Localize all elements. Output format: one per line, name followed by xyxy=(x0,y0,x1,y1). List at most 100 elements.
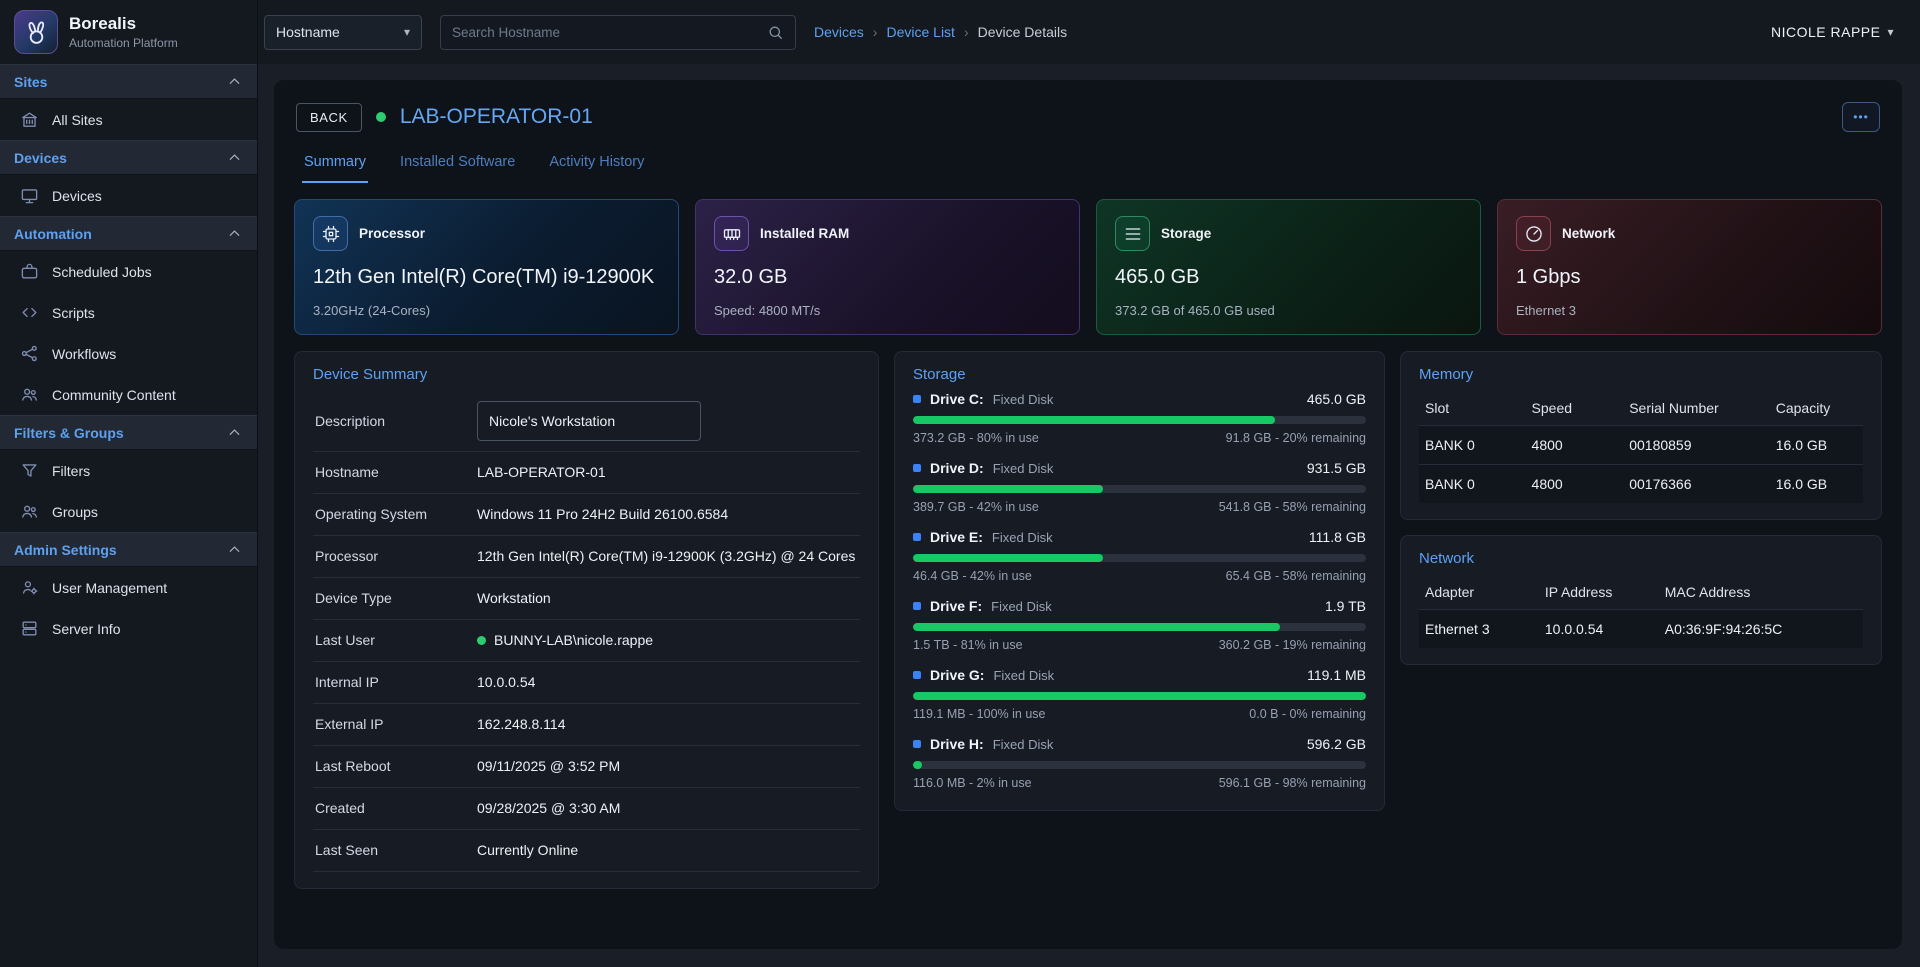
sidebar-section-devices[interactable]: Devices xyxy=(0,140,257,175)
hostname-filter-dropdown[interactable]: Hostname ▾ xyxy=(264,15,422,50)
section-label: Automation xyxy=(14,226,92,242)
row-value: 09/11/2025 @ 3:52 PM xyxy=(477,757,620,777)
user-name: NICOLE RAPPE xyxy=(1771,24,1880,40)
tab-installed-software[interactable]: Installed Software xyxy=(398,146,517,183)
drive-bullet-icon xyxy=(913,395,921,403)
memory-table: Slot Speed Serial Number Capacity BANK 0 xyxy=(1419,391,1863,503)
sidebar-item-scripts[interactable]: Scripts xyxy=(0,292,257,333)
sidebar-item-label: Community Content xyxy=(52,387,176,403)
breadcrumb-device-list[interactable]: Device List xyxy=(886,24,954,40)
column-header: Capacity xyxy=(1770,391,1863,426)
memory-panel: Memory Slot Speed Serial Number Capacity xyxy=(1400,351,1882,520)
groups-icon xyxy=(19,502,39,522)
device-title: LAB-OPERATOR-01 xyxy=(400,105,593,129)
sidebar-item-label: Devices xyxy=(52,188,102,204)
sidebar-item-all-sites[interactable]: All Sites xyxy=(0,99,257,140)
search-icon[interactable] xyxy=(767,24,784,41)
breadcrumb-devices[interactable]: Devices xyxy=(814,24,864,40)
drive-e-row: Drive E: Fixed Disk 111.8 GB 46.4 GB - 4… xyxy=(913,529,1366,583)
storage-card: Storage 465.0 GB 373.2 GB of 465.0 GB us… xyxy=(1096,199,1481,335)
stat-cards: Processor 12th Gen Intel(R) Core(TM) i9-… xyxy=(294,199,1882,335)
summary-row-last-user: Last User BUNNY-LAB\nicole.rappe xyxy=(313,620,860,662)
sidebar-section-admin-settings[interactable]: Admin Settings xyxy=(0,532,257,567)
memory-capacity: 16.0 GB xyxy=(1770,465,1863,504)
breadcrumb: Devices › Device List › Device Details xyxy=(814,24,1067,40)
code-icon xyxy=(19,303,39,323)
row-value: 162.248.8.114 xyxy=(477,715,566,735)
drive-remaining: 360.2 GB - 19% remaining xyxy=(1219,638,1366,652)
sidebar-item-filters[interactable]: Filters xyxy=(0,450,257,491)
drive-used: 119.1 MB - 100% in use xyxy=(913,707,1045,721)
brand[interactable]: Borealis Automation Platform xyxy=(0,0,257,64)
storage-value: 465.0 GB xyxy=(1115,266,1462,289)
sidebar-item-label: Groups xyxy=(52,504,98,520)
chevron-up-icon xyxy=(226,225,243,242)
drive-usage-fill xyxy=(913,416,1275,424)
drive-name: Drive H: xyxy=(930,736,984,752)
memory-serial: 00180859 xyxy=(1623,426,1770,465)
drive-usage-bar xyxy=(913,692,1366,700)
drive-size: 465.0 GB xyxy=(1307,391,1366,407)
row-value: Currently Online xyxy=(477,841,578,861)
summary-row-description: Description xyxy=(313,391,860,452)
more-options-button[interactable]: ••• xyxy=(1842,102,1880,132)
chevron-up-icon xyxy=(226,424,243,441)
back-button[interactable]: BACK xyxy=(296,103,362,132)
drive-usage-fill xyxy=(913,692,1366,700)
tab-summary[interactable]: Summary xyxy=(302,146,368,183)
device-header: BACK LAB-OPERATOR-01 ••• xyxy=(294,96,1882,144)
sidebar-item-scheduled-jobs[interactable]: Scheduled Jobs xyxy=(0,251,257,292)
sidebar-section-automation[interactable]: Automation xyxy=(0,216,257,251)
sidebar-item-user-management[interactable]: User Management xyxy=(0,567,257,608)
device-summary-panel: Device Summary Description Hostname LAB-… xyxy=(294,351,879,889)
user-menu[interactable]: NICOLE RAPPE ▾ xyxy=(1771,24,1894,40)
sidebar-section-filters-groups[interactable]: Filters & Groups xyxy=(0,415,257,450)
network-mac: A0:36:9F:94:26:5C xyxy=(1659,610,1863,649)
devices-icon xyxy=(19,186,39,206)
sidebar-item-label: User Management xyxy=(52,580,167,596)
processor-value: 12th Gen Intel(R) Core(TM) i9-12900K xyxy=(313,266,660,289)
sidebar-item-community-content[interactable]: Community Content xyxy=(0,374,257,415)
sidebar-nav: Sites All Sites Devices Devices Automati… xyxy=(0,64,257,649)
drive-used: 373.2 GB - 80% in use xyxy=(913,431,1039,445)
share-nodes-icon xyxy=(19,344,39,364)
description-input[interactable] xyxy=(477,401,701,441)
sidebar-item-label: Scheduled Jobs xyxy=(52,264,152,280)
breadcrumb-device-details: Device Details xyxy=(978,24,1067,40)
sidebar-item-label: Workflows xyxy=(52,346,116,362)
row-label: Created xyxy=(315,799,467,818)
drive-bullet-icon xyxy=(913,602,921,610)
section-label: Admin Settings xyxy=(14,542,117,558)
borealis-logo-icon xyxy=(14,10,58,54)
section-label: Filters & Groups xyxy=(14,425,124,441)
row-label: Processor xyxy=(315,547,467,566)
drive-name: Drive C: xyxy=(930,391,984,407)
sidebar-item-workflows[interactable]: Workflows xyxy=(0,333,257,374)
drive-name: Drive E: xyxy=(930,529,983,545)
memory-serial: 00176366 xyxy=(1623,465,1770,504)
users-icon xyxy=(19,385,39,405)
sidebar-section-sites[interactable]: Sites xyxy=(0,64,257,99)
summary-row-last-reboot: Last Reboot 09/11/2025 @ 3:52 PM xyxy=(313,746,860,788)
drive-remaining: 541.8 GB - 58% remaining xyxy=(1219,500,1366,514)
row-value: Workstation xyxy=(477,589,551,609)
tab-activity-history[interactable]: Activity History xyxy=(547,146,646,183)
caret-down-icon: ▾ xyxy=(404,25,410,39)
memory-row: BANK 0 4800 00180859 16.0 GB xyxy=(1419,426,1863,465)
network-footer: Ethernet 3 xyxy=(1516,303,1863,318)
drive-type: Fixed Disk xyxy=(993,461,1054,476)
tab-bar: Summary Installed Software Activity Hist… xyxy=(294,144,1882,183)
sidebar-item-devices[interactable]: Devices xyxy=(0,175,257,216)
drive-size: 111.8 GB xyxy=(1309,529,1366,545)
panel-title: Device Summary xyxy=(313,366,860,383)
sidebar-item-server-info[interactable]: Server Info xyxy=(0,608,257,649)
memory-capacity: 16.0 GB xyxy=(1770,426,1863,465)
drive-size: 1.9 TB xyxy=(1325,598,1366,614)
sidebar-item-groups[interactable]: Groups xyxy=(0,491,257,532)
summary-row-device-type: Device Type Workstation xyxy=(313,578,860,620)
drive-d-row: Drive D: Fixed Disk 931.5 GB 389.7 GB - … xyxy=(913,460,1366,514)
storage-stack-icon xyxy=(1115,216,1150,251)
filter-funnel-icon xyxy=(19,461,39,481)
chevron-up-icon xyxy=(226,541,243,558)
search-input[interactable] xyxy=(452,25,767,40)
